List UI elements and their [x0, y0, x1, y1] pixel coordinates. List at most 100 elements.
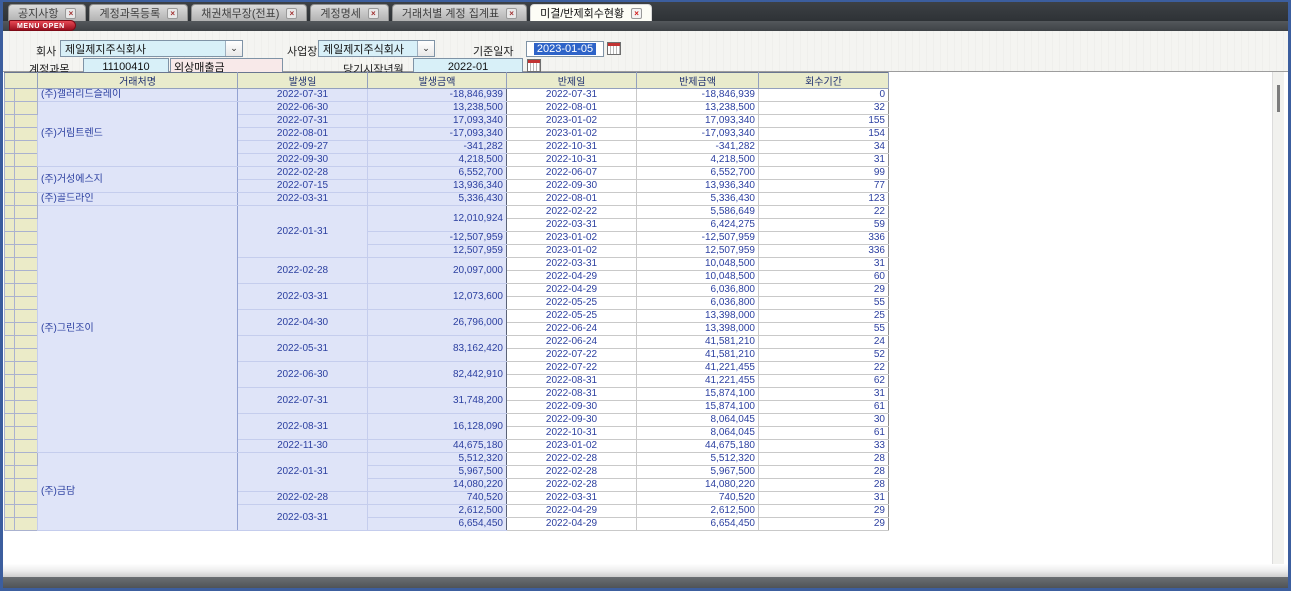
collection-days-cell[interactable]: 28 [759, 466, 889, 479]
occurrence-date-cell[interactable]: 2022-07-15 [238, 180, 368, 193]
occurrence-date-cell[interactable]: 2022-11-30 [238, 440, 368, 453]
row-indicator-cell[interactable] [15, 479, 38, 492]
row-indicator-cell[interactable] [15, 128, 38, 141]
repayment-date-cell[interactable]: 2022-04-29 [507, 284, 637, 297]
repayment-amount-cell[interactable]: 41,221,455 [637, 362, 759, 375]
row-indicator-cell[interactable] [5, 453, 15, 466]
repayment-amount-cell[interactable]: 740,520 [637, 492, 759, 505]
row-indicator-cell[interactable] [15, 89, 38, 102]
collection-days-cell[interactable]: 336 [759, 245, 889, 258]
occurrence-date-cell[interactable]: 2022-07-31 [238, 388, 368, 414]
row-indicator-cell[interactable] [15, 375, 38, 388]
row-indicator-cell[interactable] [5, 219, 15, 232]
tab[interactable]: 거래처별 계정 집계표× [392, 4, 527, 21]
occurrence-amount-cell[interactable]: 12,073,600 [368, 284, 507, 310]
row-indicator-cell[interactable] [15, 102, 38, 115]
row-indicator-cell[interactable] [15, 349, 38, 362]
row-indicator-cell[interactable] [5, 479, 15, 492]
row-indicator-cell[interactable] [15, 518, 38, 531]
vendor-name-cell[interactable]: (주)갤러리드슬레이 [38, 89, 238, 102]
base-date-calendar-icon[interactable] [607, 42, 621, 55]
collection-days-cell[interactable]: 33 [759, 440, 889, 453]
close-icon[interactable]: × [368, 8, 379, 19]
repayment-date-cell[interactable]: 2022-04-29 [507, 518, 637, 531]
close-icon[interactable]: × [286, 8, 297, 19]
base-date-input[interactable]: 2023-01-05 [526, 41, 604, 57]
repayment-date-cell[interactable]: 2022-02-28 [507, 453, 637, 466]
repayment-date-cell[interactable]: 2022-08-31 [507, 375, 637, 388]
occurrence-amount-cell[interactable]: 2,612,500 [368, 505, 507, 518]
collection-days-cell[interactable]: 31 [759, 492, 889, 505]
vendor-name-cell[interactable]: (주)거림트렌드 [38, 102, 238, 167]
chevron-down-icon[interactable]: ⌄ [417, 41, 434, 56]
repayment-amount-cell[interactable]: 10,048,500 [637, 271, 759, 284]
row-indicator-cell[interactable] [15, 167, 38, 180]
row-indicator-cell[interactable] [15, 258, 38, 271]
occurrence-date-cell[interactable]: 2022-08-31 [238, 414, 368, 440]
occurrence-date-cell[interactable]: 2022-07-31 [238, 89, 368, 102]
occurrence-date-cell[interactable]: 2022-09-27 [238, 141, 368, 154]
repayment-date-cell[interactable]: 2022-10-31 [507, 154, 637, 167]
repayment-date-cell[interactable]: 2022-07-31 [507, 89, 637, 102]
occurrence-amount-cell[interactable]: 83,162,420 [368, 336, 507, 362]
tab[interactable]: 계정명세× [310, 4, 388, 21]
collection-days-cell[interactable]: 24 [759, 336, 889, 349]
occurrence-amount-cell[interactable]: 4,218,500 [368, 154, 507, 167]
row-indicator-cell[interactable] [15, 323, 38, 336]
row-indicator-cell[interactable] [15, 154, 38, 167]
chevron-down-icon[interactable]: ⌄ [225, 41, 242, 56]
collection-days-cell[interactable]: 336 [759, 232, 889, 245]
row-indicator-cell[interactable] [5, 89, 15, 102]
collection-days-cell[interactable]: 30 [759, 414, 889, 427]
row-indicator-cell[interactable] [5, 388, 15, 401]
repayment-amount-cell[interactable]: 2,612,500 [637, 505, 759, 518]
occurrence-date-cell[interactable]: 2022-03-31 [238, 284, 368, 310]
repayment-date-cell[interactable]: 2023-01-02 [507, 245, 637, 258]
collection-days-cell[interactable]: 31 [759, 154, 889, 167]
occurrence-date-cell[interactable]: 2022-08-01 [238, 128, 368, 141]
repayment-date-cell[interactable]: 2022-09-30 [507, 180, 637, 193]
collection-days-cell[interactable]: 59 [759, 219, 889, 232]
menu-open-button[interactable]: MENU OPEN [9, 20, 76, 31]
collection-days-cell[interactable]: 28 [759, 479, 889, 492]
collection-days-cell[interactable]: 28 [759, 453, 889, 466]
row-indicator-cell[interactable] [15, 336, 38, 349]
row-indicator-cell[interactable] [15, 427, 38, 440]
vendor-name-cell[interactable]: (주)거성에스지 [38, 167, 238, 193]
repayment-date-cell[interactable]: 2022-09-30 [507, 401, 637, 414]
row-indicator-cell[interactable] [5, 518, 15, 531]
row-indicator-cell[interactable] [15, 401, 38, 414]
repayment-date-cell[interactable]: 2023-01-02 [507, 440, 637, 453]
repayment-date-cell[interactable]: 2023-01-02 [507, 128, 637, 141]
close-icon[interactable]: × [631, 8, 642, 19]
repayment-amount-cell[interactable]: -341,282 [637, 141, 759, 154]
row-indicator-cell[interactable] [15, 297, 38, 310]
repayment-date-cell[interactable]: 2022-07-22 [507, 349, 637, 362]
occurrence-date-cell[interactable]: 2022-06-30 [238, 102, 368, 115]
period-calendar-icon[interactable] [527, 59, 541, 72]
repayment-amount-cell[interactable]: 4,218,500 [637, 154, 759, 167]
occurrence-amount-cell[interactable]: 6,654,450 [368, 518, 507, 531]
repayment-amount-cell[interactable]: 6,036,800 [637, 284, 759, 297]
collection-days-cell[interactable]: 29 [759, 505, 889, 518]
collection-days-cell[interactable]: 123 [759, 193, 889, 206]
repayment-amount-cell[interactable]: 10,048,500 [637, 258, 759, 271]
row-indicator-cell[interactable] [5, 271, 15, 284]
occurrence-date-cell[interactable]: 2022-09-30 [238, 154, 368, 167]
repayment-date-cell[interactable]: 2022-03-31 [507, 219, 637, 232]
row-indicator-cell[interactable] [15, 284, 38, 297]
repayment-date-cell[interactable]: 2022-06-24 [507, 323, 637, 336]
repayment-amount-cell[interactable]: 6,036,800 [637, 297, 759, 310]
repayment-amount-cell[interactable]: 41,581,210 [637, 336, 759, 349]
repayment-date-cell[interactable]: 2022-06-24 [507, 336, 637, 349]
occurrence-amount-cell[interactable]: 16,128,090 [368, 414, 507, 440]
horizontal-scrollbar-track[interactable] [3, 564, 1288, 577]
row-indicator-cell[interactable] [15, 362, 38, 375]
row-indicator-cell[interactable] [5, 401, 15, 414]
row-indicator-cell[interactable] [5, 427, 15, 440]
repayment-amount-cell[interactable]: 8,064,045 [637, 427, 759, 440]
repayment-amount-cell[interactable]: -12,507,959 [637, 232, 759, 245]
row-indicator-cell[interactable] [5, 232, 15, 245]
occurrence-amount-cell[interactable]: 6,552,700 [368, 167, 507, 180]
row-indicator-cell[interactable] [15, 193, 38, 206]
